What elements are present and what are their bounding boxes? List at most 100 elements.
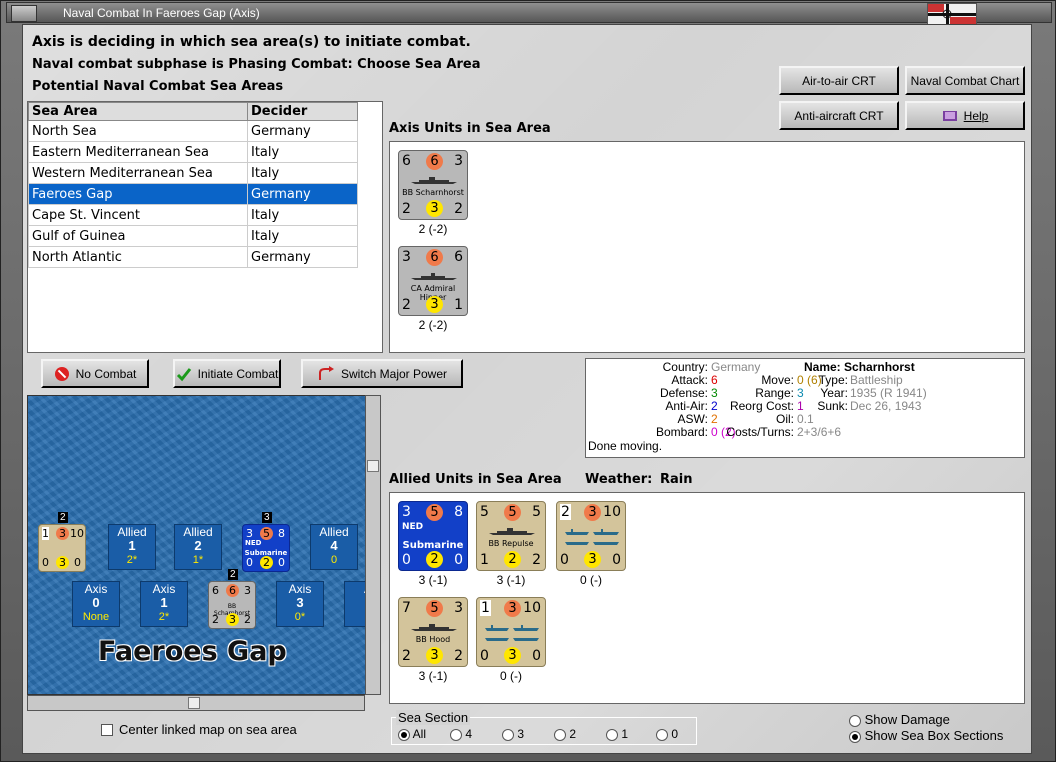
- switch-arrow-icon: [318, 365, 334, 380]
- battleship-icon: [411, 177, 457, 184]
- sea-section-option[interactable]: All: [398, 727, 450, 741]
- weather-label: Weather:: [585, 472, 653, 487]
- sea-section-option[interactable]: 1: [606, 727, 656, 741]
- battleship-icon: [411, 624, 457, 631]
- mini-value: 0: [246, 556, 253, 569]
- counter-range-value: 2: [454, 201, 463, 217]
- sea-box-allied-4[interactable]: Allied 4 0: [310, 524, 358, 570]
- table-row[interactable]: Eastern Mediterranean Sea Italy: [28, 141, 358, 163]
- center-linked-checkbox[interactable]: Center linked map on sea area: [101, 722, 297, 737]
- radio-button[interactable]: [656, 728, 668, 741]
- system-menu-button[interactable]: [11, 5, 37, 22]
- counter-damage-text: 2 (-2): [418, 222, 448, 236]
- sea-box-allied-2[interactable]: Allied 2 1*: [174, 524, 222, 570]
- allied-unit-counter[interactable]: 3 5 8 NED Submarine 0 2 0: [398, 501, 468, 571]
- unit-info-panel: Country: Attack: Defense: Anti-Air: ASW:…: [585, 358, 1025, 458]
- sea-area-cell: North Sea: [28, 120, 248, 142]
- sea-area-map[interactable]: 1 3 10 0 3 0 2 Allied 1 2* Allied 2 1* 3 5 8…: [27, 395, 369, 695]
- decider-cell: Italy: [247, 204, 358, 226]
- convoy-icon: [565, 529, 619, 545]
- counter-move-value: 8: [454, 504, 463, 520]
- naval-combat-chart-button[interactable]: Naval Combat Chart: [905, 66, 1025, 95]
- box-label: Allied: [319, 525, 349, 539]
- radio-button[interactable]: [606, 728, 618, 741]
- sea-section-option[interactable]: 3: [502, 727, 554, 741]
- bombard-label: Bombard:: [655, 425, 708, 439]
- mini-value: 0: [42, 556, 49, 569]
- show-sea-box-sections-option[interactable]: Show Sea Box Sections: [849, 728, 1003, 743]
- sunk-value: Dec 26, 1943: [850, 399, 922, 413]
- counter-damage-text: 0 (-): [500, 669, 522, 683]
- dialog-client: Axis is deciding in which sea area(s) to…: [22, 24, 1032, 754]
- checkbox-box[interactable]: [101, 723, 113, 736]
- allied-unit-counter[interactable]: 5 5 5 BB Repulse 1 2 2: [476, 501, 546, 571]
- initiate-combat-button[interactable]: Initiate Combat: [173, 359, 281, 388]
- radio-button[interactable]: [398, 728, 410, 741]
- counter-defense-value: 6: [426, 153, 443, 170]
- allied-unit-counter[interactable]: 2 3 10 0 3 0: [556, 501, 626, 571]
- show-damage-option[interactable]: Show Damage: [849, 712, 950, 727]
- sea-box-axis-3[interactable]: Axis 3 0*: [276, 581, 324, 627]
- anti-aircraft-crt-button[interactable]: Anti-aircraft CRT: [779, 101, 899, 130]
- table-row[interactable]: North Atlantic Germany: [28, 246, 358, 268]
- option-label: 4: [465, 727, 473, 741]
- map-scharnhorst-counter[interactable]: 6 6 3 BB Scharnhorst 2 3 2: [208, 581, 256, 629]
- counter-range-value: 0: [454, 552, 463, 568]
- mini-value: 5: [260, 527, 273, 540]
- help-button[interactable]: Help: [905, 101, 1025, 130]
- map-vertical-scrollbar[interactable]: [365, 395, 381, 695]
- sea-section-option[interactable]: 0: [656, 727, 696, 741]
- no-combat-button[interactable]: No Combat: [41, 359, 149, 388]
- sea-box-axis-1[interactable]: Axis 1 2*: [140, 581, 188, 627]
- counter-name: BB Hood: [415, 635, 451, 644]
- sea-section-option[interactable]: 4: [450, 727, 502, 741]
- allied-unit-counter[interactable]: 7 5 3 BB Hood 2 3 2: [398, 597, 468, 667]
- anti-aircraft-label: Anti-aircraft CRT: [794, 108, 884, 123]
- axis-unit-counter[interactable]: 3 6 6 CA Admiral Hipper 2 3 1: [398, 246, 468, 316]
- box-value: 2*: [158, 611, 170, 623]
- box-number: 1: [160, 595, 168, 610]
- cruiser-icon: [411, 273, 457, 280]
- map-submarine-counter[interactable]: 3 5 8 NED Submarine 0 2 0: [242, 524, 290, 572]
- radio-button[interactable]: [502, 728, 514, 741]
- counter-attack-value: 5: [480, 504, 489, 520]
- mini-value: 10: [70, 527, 84, 540]
- allied-unit-counter[interactable]: 1 3 10 0 3 0: [476, 597, 546, 667]
- map-horizontal-scrollbar[interactable]: [27, 695, 365, 711]
- option-label: 0: [671, 727, 679, 741]
- table-row[interactable]: Gulf of Guinea Italy: [28, 225, 358, 247]
- mini-value: 3: [56, 556, 69, 569]
- sea-box-allied-1[interactable]: Allied 1 2*: [108, 524, 156, 570]
- table-row[interactable]: Western Mediterranean Sea Italy: [28, 162, 358, 184]
- counter-asw-value: 3: [426, 200, 443, 217]
- counter-aa-value: 2: [402, 201, 411, 217]
- counter-damage-text: 0 (-): [580, 573, 602, 587]
- option-label: All: [412, 727, 427, 741]
- radio-button[interactable]: [554, 728, 566, 741]
- sea-area-cell: North Atlantic: [28, 246, 248, 268]
- axis-units-panel: 6 6 3 BB Scharnhorst 2 3 2 2 (-2) 3 6 6 …: [389, 141, 1025, 353]
- scrollbar-thumb[interactable]: [188, 697, 200, 709]
- scrollbar-thumb[interactable]: [367, 460, 379, 472]
- switch-major-power-button[interactable]: Switch Major Power: [301, 359, 463, 388]
- radio-button[interactable]: [849, 730, 861, 743]
- radio-button[interactable]: [450, 728, 462, 741]
- sea-box-axis-0[interactable]: Axis 0 None: [72, 581, 120, 627]
- air-to-air-crt-button[interactable]: Air-to-air CRT: [779, 66, 899, 95]
- mini-value: 3: [244, 584, 251, 597]
- box-number: 3: [296, 595, 304, 610]
- axis-unit-counter[interactable]: 6 6 3 BB Scharnhorst 2 3 2: [398, 150, 468, 220]
- table-row[interactable]: Cape St. Vincent Italy: [28, 204, 358, 226]
- title-bar[interactable]: Naval Combat In Faeroes Gap (Axis): [6, 2, 1052, 27]
- radio-button[interactable]: [849, 714, 861, 727]
- map-stack-counter[interactable]: 1 3 10 0 3 0: [38, 524, 86, 572]
- col-decider[interactable]: Decider: [247, 102, 358, 121]
- table-row-selected[interactable]: Faeroes Gap Germany: [28, 183, 358, 205]
- counter-range-value: 0: [532, 648, 541, 664]
- sea-section-option[interactable]: 2: [554, 727, 606, 741]
- table-row[interactable]: North Sea Germany: [28, 120, 358, 142]
- col-sea-area[interactable]: Sea Area: [28, 102, 248, 121]
- stack-count-badge: 2: [228, 569, 238, 580]
- counter-name: BB Repulse: [488, 539, 534, 548]
- sea-area-list[interactable]: Sea Area Decider North Sea Germany Easter…: [27, 101, 383, 353]
